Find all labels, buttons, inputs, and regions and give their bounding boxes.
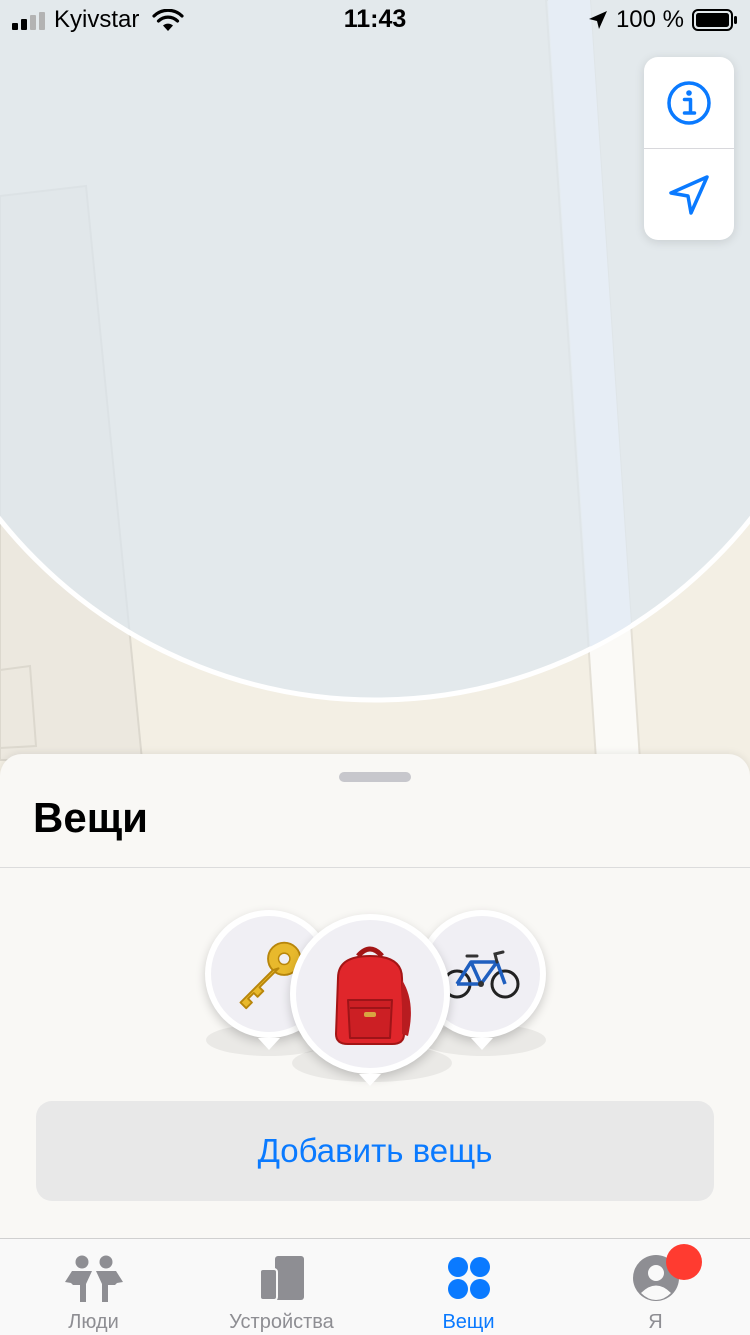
backpack-icon <box>334 946 411 1045</box>
sheet-title: Вещи <box>33 794 148 841</box>
tab-devices[interactable]: Устройства <box>188 1239 375 1335</box>
tab-people[interactable]: Люди <box>0 1239 187 1335</box>
sheet-grabber[interactable] <box>339 772 411 782</box>
backpack-item[interactable] <box>290 914 450 1074</box>
item-bubbles <box>0 904 750 1104</box>
notification-badge <box>666 1244 702 1280</box>
current-location-button[interactable] <box>644 149 734 240</box>
devices-icon <box>188 1251 375 1305</box>
tab-me[interactable]: Я <box>562 1239 749 1335</box>
battery-percentage: 100 % <box>615 6 684 33</box>
tab-me-label: Я <box>648 1311 663 1333</box>
tab-people-label: Люди <box>68 1311 119 1333</box>
sheet-divider <box>0 867 750 868</box>
people-icon <box>0 1251 187 1305</box>
map-view[interactable] <box>0 0 750 780</box>
bicycle-pin <box>471 1038 493 1050</box>
add-item-button[interactable]: Добавить вещь <box>36 1101 714 1201</box>
tab-devices-label: Устройства <box>229 1311 334 1333</box>
backpack-pin <box>359 1074 381 1086</box>
status-bar: Kyivstar 11:43 100 % <box>0 0 750 40</box>
tab-items[interactable]: Вещи <box>375 1239 562 1335</box>
info-icon <box>667 80 711 125</box>
location-services-icon <box>589 11 607 29</box>
map-canvas <box>0 0 750 780</box>
map-controls <box>644 57 734 240</box>
key-pin <box>258 1038 280 1050</box>
me-icon <box>562 1251 749 1305</box>
items-icon <box>375 1251 562 1305</box>
items-sheet: Вещи Добавить вещь <box>0 754 750 1238</box>
battery-icon <box>692 9 737 31</box>
tab-items-label: Вещи <box>442 1311 495 1333</box>
bicycle-icon <box>442 950 520 999</box>
tab-bar: Люди Устройства Вещи Я <box>0 1238 750 1335</box>
map-info-button[interactable] <box>644 57 734 148</box>
location-arrow-icon <box>669 174 709 215</box>
